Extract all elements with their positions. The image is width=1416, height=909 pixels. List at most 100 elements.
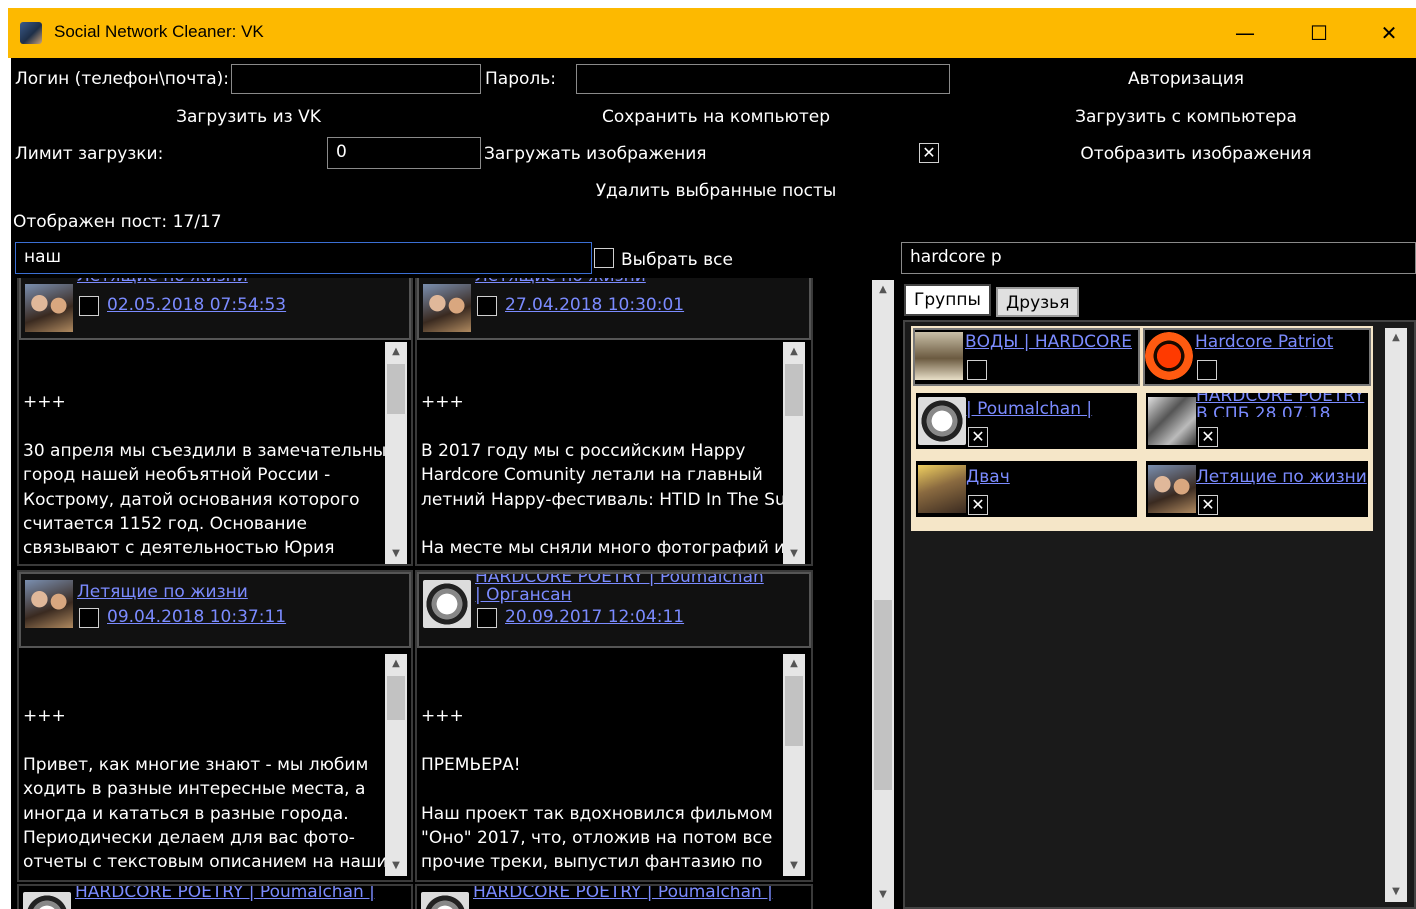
post-select-checkbox[interactable] <box>477 608 497 628</box>
group-avatar <box>915 332 963 380</box>
scroll-down-icon[interactable]: ▼ <box>783 544 805 564</box>
title-bar: Social Network Cleaner: VK — ☐ ✕ <box>8 8 1416 58</box>
post-filter-input[interactable]: наш <box>15 242 592 274</box>
scroll-thumb[interactable] <box>785 364 803 416</box>
group-name-link[interactable]: Летящие по жизни <box>1196 467 1367 487</box>
close-button[interactable]: ✕ <box>1366 18 1412 48</box>
post-date-link[interactable]: 02.05.2018 07:54:53 <box>107 295 286 315</box>
main-window-body: Логин (телефон\почта): Пароль: Авторизац… <box>11 58 1416 909</box>
post-scrollbar[interactable]: ▲ ▼ <box>783 654 805 876</box>
post-author-link[interactable]: Летящие по жизни <box>77 582 248 602</box>
groups-panel: ВОДЫ | HARDCORE Hardcore Patriot | Pouma… <box>903 320 1416 909</box>
login-label: Логин (телефон\почта): <box>15 69 230 89</box>
post-select-checkbox[interactable] <box>79 296 99 316</box>
scroll-thumb[interactable] <box>387 364 405 414</box>
group-select-checkbox[interactable]: ✕ <box>968 427 988 447</box>
post-card: Летящие по жизни 02.05.2018 07:54:53 +++… <box>17 278 413 566</box>
show-images-button[interactable]: Отобразить изображения <box>1051 144 1341 164</box>
group-avatar <box>918 465 966 513</box>
save-to-computer-button[interactable]: Сохранить на компьютер <box>571 107 861 127</box>
post-scrollbar[interactable]: ▲ ▼ <box>385 654 407 876</box>
post-select-checkbox[interactable] <box>79 608 99 628</box>
load-from-vk-button[interactable]: Загрузить из VK <box>121 107 376 127</box>
post-header: Летящие по жизни 09.04.2018 10:37:11 <box>19 572 411 648</box>
group-name-link[interactable]: | Poumalchan | <box>966 399 1092 419</box>
group-avatar <box>1148 465 1196 513</box>
scroll-thumb[interactable] <box>785 676 803 746</box>
shown-posts-counter: Отображен пост: 17/17 <box>13 212 222 232</box>
group-card: Летящие по жизни ✕ <box>1143 458 1371 520</box>
group-name-link[interactable]: HARDCORE POETRY В СПБ 28.07.18 <box>1196 393 1366 417</box>
group-name-link[interactable]: ВОДЫ | HARDCORE <box>965 332 1132 352</box>
login-input[interactable] <box>231 64 481 94</box>
group-card: Hardcore Patriot <box>1143 328 1371 386</box>
post-text: +++ 30 апреля мы съездили в замечательны… <box>23 392 398 559</box>
post-scrollbar[interactable]: ▲ ▼ <box>385 342 407 564</box>
author-avatar <box>423 284 471 332</box>
authorize-button[interactable]: Авторизация <box>1061 69 1311 89</box>
window-title: Social Network Cleaner: VK <box>54 22 264 41</box>
post-author-link[interactable]: HARDCORE POETRY | Poumalchan | <box>473 886 773 902</box>
posts-scrollbar[interactable]: ▲ ▼ <box>872 280 894 909</box>
group-select-checkbox[interactable]: ✕ <box>1198 427 1218 447</box>
scroll-up-icon[interactable]: ▲ <box>783 654 805 674</box>
author-avatar <box>423 580 471 628</box>
group-avatar <box>1145 332 1193 380</box>
minimize-button[interactable]: — <box>1222 18 1268 48</box>
post-scrollbar[interactable]: ▲ ▼ <box>783 342 805 564</box>
group-select-checkbox[interactable]: ✕ <box>968 495 988 515</box>
post-author-link[interactable]: Летящие по жизни <box>77 278 248 286</box>
scroll-down-icon[interactable]: ▼ <box>385 544 407 564</box>
scroll-thumb[interactable] <box>387 676 405 720</box>
scroll-down-icon[interactable]: ▼ <box>1385 882 1407 902</box>
group-name-link[interactable]: Hardcore Patriot <box>1195 332 1333 352</box>
group-filter-input[interactable]: hardcore p <box>901 242 1416 274</box>
group-avatar <box>918 397 966 445</box>
scroll-thumb[interactable] <box>874 600 892 790</box>
post-date-link[interactable]: 09.04.2018 10:37:11 <box>107 607 286 627</box>
group-card: | Poumalchan | ✕ <box>913 390 1140 452</box>
group-avatar <box>1148 397 1196 445</box>
post-author-link[interactable]: HARDCORE POETRY | Poumalchan | <box>75 886 375 902</box>
maximize-button[interactable]: ☐ <box>1296 18 1342 48</box>
select-all-label: Выбрать все <box>621 250 733 270</box>
tab-groups[interactable]: Группы <box>904 284 991 316</box>
scroll-up-icon[interactable]: ▲ <box>872 280 894 300</box>
delete-selected-posts-button[interactable]: Удалить выбранные посты <box>571 181 861 201</box>
scroll-down-icon[interactable]: ▼ <box>872 885 894 905</box>
password-label: Пароль: <box>485 69 557 89</box>
post-author-link[interactable]: HARDCORE POETRY | Poumalchan | Органсан <box>475 574 765 604</box>
post-card: HARDCORE POETRY | Poumalchan | <box>415 884 813 909</box>
post-text: +++ В 2017 году мы с российским Happy Har… <box>421 392 804 559</box>
post-date-link[interactable]: 27.04.2018 10:30:01 <box>505 295 684 315</box>
group-card: ВОДЫ | HARDCORE <box>913 328 1140 386</box>
scroll-up-icon[interactable]: ▲ <box>1385 328 1407 348</box>
post-header: HARDCORE POETRY | Poumalchan | Органсан … <box>417 572 811 648</box>
app-icon <box>20 22 42 44</box>
select-all-checkbox[interactable] <box>594 248 614 268</box>
group-select-checkbox[interactable] <box>1197 360 1217 380</box>
scroll-up-icon[interactable]: ▲ <box>385 342 407 362</box>
groups-scrollbar[interactable]: ▲ ▼ <box>1385 328 1407 902</box>
group-select-checkbox[interactable]: ✕ <box>1198 495 1218 515</box>
group-select-checkbox[interactable] <box>967 360 987 380</box>
tab-strip: Группы Друзья <box>904 284 1416 320</box>
scroll-down-icon[interactable]: ▼ <box>385 856 407 876</box>
post-card: HARDCORE POETRY | Poumalchan | <box>17 884 413 909</box>
post-select-checkbox[interactable] <box>477 296 497 316</box>
group-card: Двач ✕ <box>913 458 1140 520</box>
limit-label: Лимит загрузки: <box>15 144 164 164</box>
post-header: Летящие по жизни 27.04.2018 10:30:01 <box>417 278 811 340</box>
scroll-up-icon[interactable]: ▲ <box>385 654 407 674</box>
post-date-link[interactable]: 20.09.2017 12:04:11 <box>505 607 684 627</box>
limit-input[interactable]: 0 <box>327 137 481 169</box>
scroll-down-icon[interactable]: ▼ <box>783 856 805 876</box>
load-from-computer-button[interactable]: Загрузить с компьютера <box>1051 107 1321 127</box>
password-input[interactable] <box>576 64 950 94</box>
scroll-up-icon[interactable]: ▲ <box>783 342 805 362</box>
tab-friends[interactable]: Друзья <box>996 287 1080 317</box>
post-author-link[interactable]: Летящие по жизни <box>475 278 646 286</box>
load-images-checkbox[interactable]: ✕ <box>919 143 939 163</box>
author-avatar <box>25 284 73 332</box>
group-name-link[interactable]: Двач <box>966 467 1010 487</box>
